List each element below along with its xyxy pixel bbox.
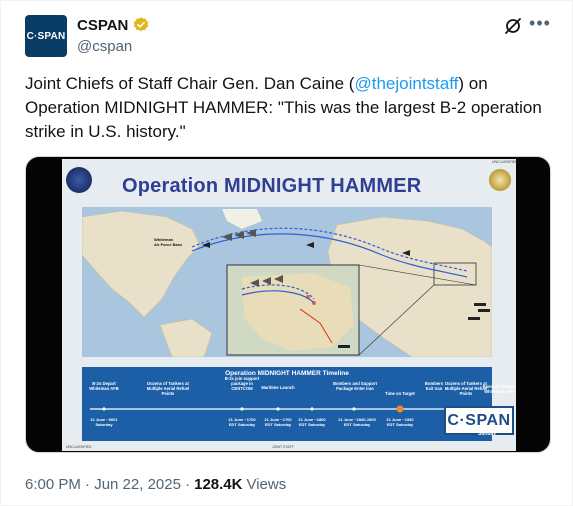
timeline-event-label: B-2s Depart Whiteman AFB [89,381,119,391]
slide-title: Operation MIDNIGHT HAMMER [122,175,422,197]
grok-icon[interactable] [503,16,523,36]
timeline-axis [90,405,484,413]
timeline-event-date: 21 June ~1700 EDT Saturday [264,417,292,427]
avatar[interactable]: C·SPAN [25,15,67,57]
more-options-icon[interactable]: ••• [529,14,551,36]
author-name-row: CSPAN [77,16,150,34]
tweet-card[interactable]: C·SPAN CSPAN @cspan ••• Joint Chiefs of … [0,0,573,506]
watermark-text: C·SPAN [447,411,511,429]
views-label: Views [246,476,287,493]
timeline-event-label: Dozens of Tankers at Multiple Aerial Ref… [146,381,190,396]
joint-staff-label: JOINT STAFF [272,445,294,449]
joint-chiefs-seal-icon [489,169,511,191]
route-map: Whiteman Air Force Base [82,207,492,357]
tweet-text: Joint Chiefs of Staff Chair Gen. Dan Cai… [25,72,545,144]
handle[interactable]: @cspan [77,38,132,55]
dod-seal-icon [66,167,92,193]
tweet-media[interactable]: UNCLASSIFIED Operation MIDNIGHT HAMMER W… [25,156,551,453]
tweet-meta: 6:00 PM · Jun 22, 2025 · 128.4K Views [25,476,286,493]
timeline-event-label: Maritime Launch [261,385,295,390]
mention-link[interactable]: @thejointstaff [354,74,458,93]
classification-label: UNCLASSIFIED [66,445,92,449]
timeline-event-label: B-2s join support package in CENTCOM [224,376,260,391]
timeline-event-date: 21 June ~1800 EDT Saturday [298,417,326,427]
avatar-logo-text: C·SPAN [26,30,66,42]
timeline-event-label: Bombers Exit Iran [424,381,444,391]
classification-label: UNCLASSIFIED [492,160,518,164]
timeline-event-label: Bombers Return Whiteman AFB [482,384,516,394]
timeline-event-label: Time on Target [385,391,415,396]
timeline-panel: Operation MIDNIGHT HAMMER Timeline B-2s … [82,367,492,441]
display-name[interactable]: CSPAN [77,17,128,34]
tweet-text-part: Joint Chiefs of Staff Chair Gen. Dan Cai… [25,74,355,93]
timeline-event-date: 21 June ~0001 Saturday [90,417,118,427]
timestamp[interactable]: 6:00 PM · Jun 22, 2025 · [25,476,190,493]
base-label: Air Force Base [154,242,183,247]
view-count: 128.4K [194,476,243,493]
verified-badge-icon[interactable] [132,16,150,34]
timeline-event-date: Sunday [478,431,497,437]
timeline-event-date: 21 June ~1930 EDT Saturday [386,417,414,427]
timeline-event-date: 21 June ~1840-1905 EDT Saturday [338,417,376,427]
timeline-event-label: Bombers and Support Package Enter Iran [333,381,377,391]
timeline-event-date: 21 June ~1700 EDT Saturday [228,417,256,427]
